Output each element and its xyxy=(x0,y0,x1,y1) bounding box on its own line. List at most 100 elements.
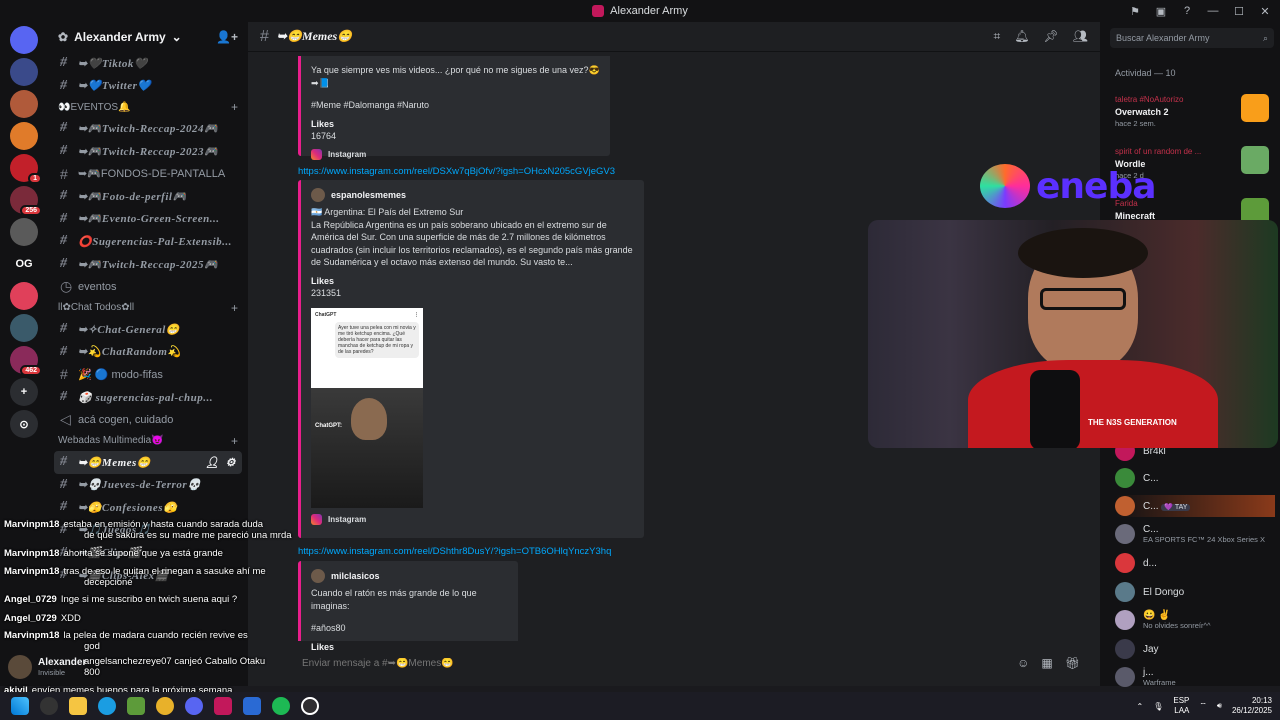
gear-icon[interactable]: ⚙ xyxy=(226,456,236,469)
member-item[interactable]: C... xyxy=(1115,467,1159,489)
server-icon[interactable] xyxy=(10,90,38,118)
maximize-button[interactable]: ☐ xyxy=(1232,4,1246,18)
member-name: Jay xyxy=(1143,643,1159,655)
members-icon[interactable]: 👥︎ xyxy=(1073,29,1088,44)
channel-item[interactable]: # ➥💫ChatRandom💫 xyxy=(48,341,248,364)
mic-icon[interactable]: 🎙︎ xyxy=(1153,702,1163,711)
clock-time[interactable]: 20:13 xyxy=(1232,696,1272,706)
compass-icon[interactable]: ⊙ xyxy=(10,410,38,438)
likes-label: Likes xyxy=(311,118,335,129)
user-panel[interactable]: Alexander Invisible xyxy=(8,650,248,684)
channel-item[interactable]: # ➥🎮Twitch-Reccap-2023🎮 xyxy=(48,140,248,163)
message-link[interactable]: https://www.instagram.com/reel/DSXw7qBjO… xyxy=(298,166,615,177)
category-header[interactable]: Webadas Multimedia😈 + xyxy=(48,431,248,451)
minimize-button[interactable]: — xyxy=(1206,4,1220,18)
channel-item[interactable]: # ➥🎮Foto-de-perfil🎮 xyxy=(48,185,248,208)
channel-item[interactable]: # ➥🎮Twitch-Reccap-2025🎮 xyxy=(48,253,248,276)
guild-header[interactable]: ✿ Alexander Army ⌄ 👤+ xyxy=(48,22,248,52)
channel-item[interactable]: # ➥✧Chat-General😁 xyxy=(48,318,248,341)
search-icon[interactable] xyxy=(40,697,58,715)
edge-icon[interactable] xyxy=(98,697,116,715)
file-explorer-icon[interactable] xyxy=(69,697,87,715)
server-icon[interactable] xyxy=(10,218,38,246)
server-icon[interactable] xyxy=(10,26,38,54)
clock-date: 26/12/2025 xyxy=(1231,706,1272,715)
add-channel-icon[interactable]: + xyxy=(231,100,248,114)
stream-chat-line: Angel_0729 Inge si me suscribo en twich s… xyxy=(4,594,237,605)
message-link[interactable]: https://www.instagram.com/reel/DShthr8Du… xyxy=(298,546,611,557)
add-channel-icon[interactable]: + xyxy=(231,434,248,448)
minecraft-icon[interactable] xyxy=(127,697,145,715)
server-icon[interactable] xyxy=(10,58,38,86)
category-header[interactable]: 👀EVENTOS🔔 + xyxy=(48,97,248,117)
emoji-icon[interactable]: ☺ xyxy=(1017,656,1029,670)
member-item[interactable]: Jay xyxy=(1115,638,1159,660)
embed-author[interactable]: milclasicos xyxy=(331,570,380,583)
member-item[interactable]: d... xyxy=(1115,552,1157,574)
channel-item[interactable]: # ➥🎮FONDOS-DE-PANTALLA xyxy=(48,162,248,185)
invite-people-icon[interactable]: 👤+ xyxy=(216,30,238,44)
server-icon[interactable]: 256 xyxy=(10,186,42,216)
channel-item[interactable]: # ⭕Sugerencias-Pal-Extensib... xyxy=(48,230,248,253)
channel-item[interactable]: # ➥😁Memes😁 👤︎ ⚙ xyxy=(54,450,242,474)
gift-icon[interactable]: 🎁︎ xyxy=(1065,656,1080,670)
windows-start-icon[interactable] xyxy=(11,697,29,715)
message-input[interactable] xyxy=(302,652,862,674)
threads-icon[interactable]: ⌗ xyxy=(994,29,1001,44)
lang-1[interactable]: ESP xyxy=(1173,696,1189,706)
member-status: No olvides sonreír^^ xyxy=(1143,621,1211,630)
member-item[interactable]: El Dongo xyxy=(1115,581,1184,603)
member-name: C... xyxy=(1143,524,1159,535)
member-item[interactable]: C... 💜 TAY xyxy=(1115,495,1275,517)
app-icon[interactable] xyxy=(214,697,232,715)
volume-icon[interactable]: 🔊︎ xyxy=(1217,701,1222,711)
embed-2: espanolesmemes 🇦🇷 Argentina: El País del… xyxy=(298,180,644,538)
channel-item[interactable]: # ➥🫣Confesiones🫣 xyxy=(48,496,248,519)
message-composer: ☺ ▦ 🎁︎ xyxy=(248,650,1100,676)
channel-item[interactable]: # ➥💙Twitter💙 xyxy=(48,75,248,98)
embed-author[interactable]: espanolesmemes xyxy=(331,189,406,202)
channel-item[interactable]: # ➥🖤Tiktok🖤 xyxy=(48,52,248,75)
chrome-icon[interactable] xyxy=(156,697,174,715)
help-icon[interactable]: ? xyxy=(1180,4,1194,18)
channel-item[interactable]: ◷ eventos xyxy=(48,275,248,298)
member-item[interactable]: C... EA SPORTS FC™ 24 Xbox Series X xyxy=(1115,523,1265,545)
stream-chat-message: decepcioné xyxy=(84,577,133,588)
bell-icon[interactable]: 🔔︎ xyxy=(1014,29,1029,44)
plus-icon[interactable]: + xyxy=(10,378,38,406)
channel-item[interactable]: # ➥🎮Twitch-Reccap-2024🎮 xyxy=(48,117,248,140)
channel-label: ➥🎮FONDOS-DE-PANTALLA xyxy=(78,168,226,181)
monitor-icon[interactable]: ▣ xyxy=(1154,4,1168,18)
activity-item[interactable]: taletra #NoAutorizo Overwatch 2 hace 2 sem… xyxy=(1115,94,1275,130)
embed-image[interactable]: ChatGPT ⋮ Ayer tuve una pelea con mi novi… xyxy=(311,307,423,508)
pin-icon[interactable]: 📌︎ xyxy=(1044,29,1059,44)
channel-item[interactable]: ◁ acá cogen, cuidado xyxy=(48,408,248,431)
server-icon[interactable]: OG xyxy=(10,250,38,278)
server-icon[interactable]: 462 xyxy=(10,346,42,376)
close-button[interactable]: ✕ xyxy=(1258,4,1272,18)
server-icon[interactable] xyxy=(10,122,38,150)
wifi-icon[interactable]: ⌔ xyxy=(1199,701,1207,711)
channel-item[interactable]: # 🎉 🔵 modo-fifas xyxy=(48,363,248,386)
inbox-icon[interactable]: ⚑ xyxy=(1128,4,1142,18)
channel-item[interactable]: # ➥💀Jueves-de-Terror💀 xyxy=(48,474,248,497)
member-item[interactable]: j... Warframe xyxy=(1115,666,1176,688)
chevron-up-icon[interactable]: ⌃ xyxy=(1137,702,1144,711)
obs-icon[interactable] xyxy=(301,697,319,715)
app-icon[interactable] xyxy=(243,697,261,715)
invite-icon[interactable]: 👤︎ xyxy=(205,456,219,469)
member-item[interactable]: 😀 ✌ No olvides sonreír^^ xyxy=(1115,609,1210,631)
channel-item[interactable]: # 🎲 sugerencias-pal-chup... xyxy=(48,386,248,409)
hash-icon: # xyxy=(60,233,68,249)
embed-footer: Instagram xyxy=(328,514,367,524)
channel-item[interactable]: # ➥🎮Evento-Green-Screen... xyxy=(48,208,248,231)
server-icon[interactable] xyxy=(10,314,38,342)
discord-icon[interactable] xyxy=(185,697,203,715)
server-icon[interactable]: 1 xyxy=(10,154,42,184)
add-channel-icon[interactable]: + xyxy=(231,301,248,315)
server-icon[interactable] xyxy=(10,282,38,310)
gif-icon[interactable]: ▦ xyxy=(1041,656,1052,670)
search-input[interactable]: Buscar Alexander Army ⌕ xyxy=(1110,28,1274,48)
spotify-icon[interactable] xyxy=(272,697,290,715)
category-header[interactable]: ll✿Chat Todos✿ll + xyxy=(48,298,248,318)
